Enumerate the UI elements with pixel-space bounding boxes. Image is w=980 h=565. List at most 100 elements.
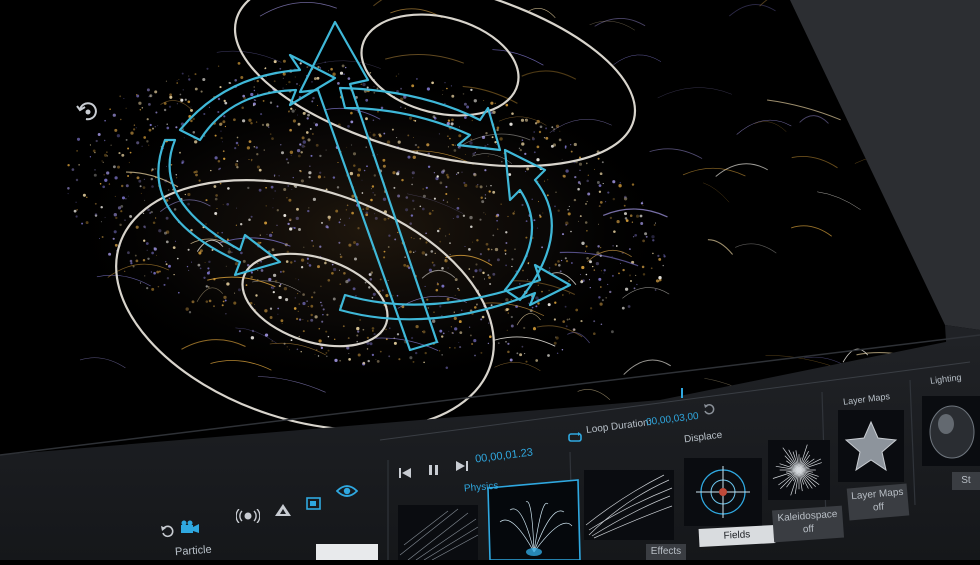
- particle: [338, 221, 341, 224]
- fields-tile[interactable]: [684, 458, 762, 526]
- particle: [102, 161, 104, 163]
- particle: [514, 248, 516, 250]
- particle: [538, 130, 542, 134]
- particle: [464, 183, 468, 188]
- particle: [288, 198, 292, 202]
- section-particle[interactable]: Particle: [175, 544, 212, 559]
- particle: [250, 271, 254, 274]
- particle: [598, 223, 599, 225]
- physics-tile-fountain[interactable]: [492, 492, 576, 560]
- loop-icon[interactable]: [568, 430, 582, 442]
- lighting-tile[interactable]: [922, 396, 980, 466]
- particle: [192, 117, 195, 121]
- particle: [658, 257, 662, 261]
- layer-maps-tile[interactable]: [838, 410, 904, 482]
- layer-icon[interactable]: [306, 497, 322, 511]
- effects-tile[interactable]: [584, 470, 674, 540]
- particle: [454, 144, 456, 146]
- particle: [561, 348, 564, 351]
- particle: [125, 184, 129, 188]
- particle: [453, 149, 457, 152]
- particle: [336, 186, 340, 189]
- particle: [192, 131, 196, 134]
- particle: [654, 222, 657, 224]
- particle: [611, 330, 614, 334]
- particle: [252, 104, 255, 107]
- particle: [363, 169, 366, 172]
- particle: [314, 315, 318, 319]
- layer-maps-tile-label[interactable]: Layer Maps off: [846, 483, 910, 521]
- particle: [452, 217, 454, 219]
- particle: [640, 222, 644, 225]
- particle: [291, 109, 295, 113]
- particle: [205, 199, 208, 202]
- viewport-canvas[interactable]: [0, 0, 980, 561]
- particle: [524, 353, 526, 355]
- particle: [208, 260, 211, 264]
- loop-reset-icon[interactable]: [703, 402, 715, 415]
- skip-forward-icon[interactable]: [455, 459, 469, 471]
- particle: [184, 98, 187, 101]
- particle: [368, 286, 371, 289]
- particle: [558, 264, 561, 267]
- particle: [505, 242, 508, 244]
- particle: [446, 201, 449, 203]
- viewport[interactable]: [0, 0, 980, 561]
- lighting-tile-label[interactable]: St: [952, 472, 980, 490]
- effects-tile-label[interactable]: Effects: [646, 544, 686, 560]
- rotate-view-icon[interactable]: [76, 102, 97, 121]
- particle: [389, 327, 391, 329]
- particle: [285, 158, 288, 161]
- particle: [348, 358, 351, 361]
- particle-streak: [385, 54, 464, 64]
- particle: [302, 293, 305, 296]
- particle: [381, 289, 384, 292]
- kaleidospace-tile-label[interactable]: Kaleidospace off: [771, 505, 845, 543]
- particle: [613, 230, 616, 233]
- particle: [198, 179, 201, 182]
- particle: [409, 356, 413, 360]
- particle: [499, 137, 503, 141]
- particle: [432, 115, 436, 119]
- particle: [398, 73, 400, 75]
- pause-icon[interactable]: [428, 463, 440, 475]
- particle: [221, 304, 224, 307]
- particle: [326, 313, 329, 316]
- particle: [585, 162, 588, 165]
- camera-icon[interactable]: [180, 520, 200, 534]
- particle: [412, 155, 416, 159]
- particle: [76, 208, 78, 211]
- audio-react-icon[interactable]: [235, 508, 261, 524]
- particle: [135, 259, 139, 263]
- particle: [321, 320, 324, 323]
- particle: [385, 294, 389, 298]
- shape-icon[interactable]: [274, 503, 292, 517]
- skip-back-icon[interactable]: [398, 466, 412, 478]
- particle: [133, 124, 136, 126]
- kaleidospace-tile[interactable]: [768, 440, 830, 500]
- particle: [372, 133, 376, 137]
- particle: [151, 251, 154, 255]
- particle: [405, 196, 409, 199]
- physics-tile-lines[interactable]: [398, 505, 478, 560]
- particle: [507, 342, 510, 345]
- particle: [316, 76, 320, 80]
- particle: [250, 121, 253, 125]
- particle: [123, 98, 125, 99]
- particle-preview[interactable]: [316, 544, 378, 560]
- particle: [609, 290, 612, 294]
- eye-icon[interactable]: [335, 484, 359, 498]
- particle: [199, 267, 202, 270]
- particle: [519, 148, 522, 152]
- particle: [293, 260, 296, 263]
- particle: [439, 240, 442, 243]
- particle-streak: [735, 243, 777, 254]
- particle: [277, 307, 280, 310]
- particle: [601, 299, 604, 302]
- particle: [119, 223, 122, 227]
- particle: [303, 246, 305, 248]
- particle: [644, 232, 648, 236]
- particle: [464, 116, 467, 119]
- reset-icon[interactable]: [160, 524, 174, 538]
- particle: [309, 165, 311, 167]
